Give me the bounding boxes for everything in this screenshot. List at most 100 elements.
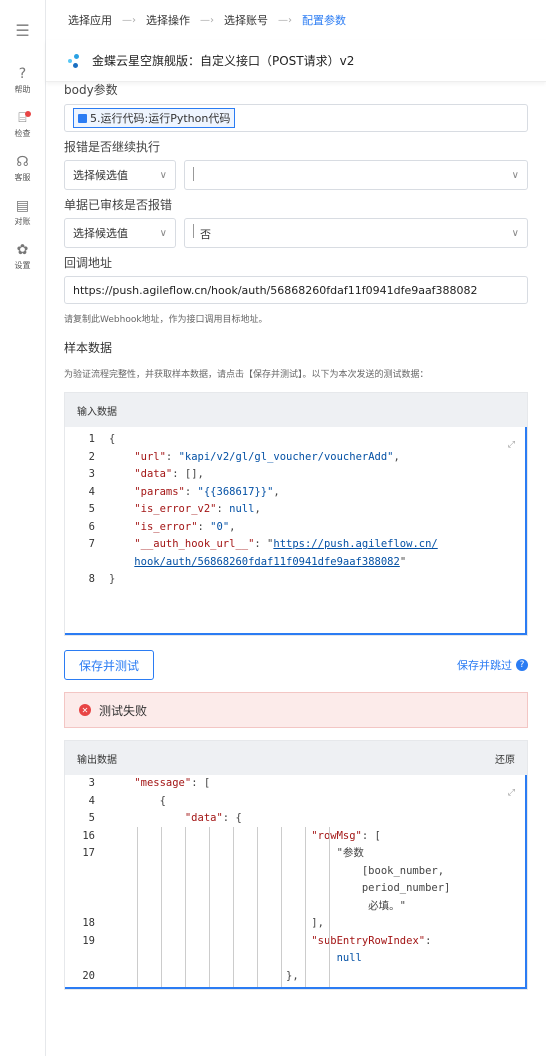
reconcile-icon: ▤ [15,197,30,214]
select-placeholder: 选择候选值 [73,227,128,240]
sample-data-title: 样本数据 [64,341,113,355]
kingdee-logo-icon [68,53,82,68]
callback-url-label: 回调地址 [64,256,113,270]
line-number: 2 [88,450,95,463]
code-line: null [65,950,525,968]
indent-guide [281,827,282,987]
line-number: 3 [88,468,95,480]
callback-hint: 请复制此Webhook地址，作为接口调用目标地址。 [64,315,268,325]
select-placeholder: 选择候选值 [73,169,128,182]
step-icon [78,113,87,123]
code-line: 6 "is_error": "0", [65,519,525,537]
indent-guide [257,827,258,987]
code-line: 必填。" [65,898,525,916]
indent-guide [305,827,306,987]
code-text: "message": [ [134,777,211,789]
sidebar: ☰ ? 帮助 ⌸ 检查 ☊ 客服 ▤ 对账 ✿ 设置 [0,0,46,1056]
output-code-editor[interactable]: ⤢ 3 "message": [4 {5 "data": {16 "rowMsg… [65,775,527,989]
save-and-test-button[interactable]: 保存并测试 [64,650,155,680]
code-line: 19 "subEntryRowIndex": [65,933,525,951]
code-text: { [109,433,116,445]
code-line: 3 "message": [ [65,775,525,793]
divider [193,224,194,238]
code-line: 4 "params": "{{368617}}", [65,484,525,502]
chevron-down-icon: ∨ [511,227,519,239]
line-number: 16 [82,829,95,842]
input-code-editor[interactable]: ⤢ 1{2 "url": "kapi/v2/gl/gl_voucher/vouc… [65,427,527,635]
cursor-icon [193,166,194,181]
step-configure-params[interactable]: 配置参数 [302,12,346,28]
sidebar-item-label: 帮助 [14,84,31,94]
continue-on-error-mode-select[interactable]: 选择候选值 ∨ [64,160,176,190]
code-line: 17 "参数 [65,845,525,863]
help-icon[interactable]: ? [516,659,528,671]
code-line: 18 ], [65,915,525,933]
audited-error-mode-select[interactable]: 选择候选值 ∨ [64,218,176,248]
line-number [65,880,109,898]
code-text: ], [109,917,324,929]
collapse-menu-icon[interactable]: ☰ [0,0,45,60]
chevron-down-icon: ∨ [159,227,167,239]
step-select-app[interactable]: 选择应用 [68,12,112,28]
indent-guide [185,827,186,987]
save-and-skip-label: 保存并跳过 [457,659,512,672]
line-number: 4 [88,485,95,498]
output-data-title: 输出数据 [77,754,117,766]
variable-chip[interactable]: 5.运行代码:运行Python代码 [73,108,236,128]
sidebar-item-inspect[interactable]: ⌸ 检查 [0,104,45,144]
line-number [65,950,109,968]
code-line: [book_number, [65,863,525,881]
input-data-panel: 输入数据 ⤢ 1{2 "url": "kapi/v2/gl/gl_voucher… [64,392,528,636]
step-select-action[interactable]: 选择操作 [146,12,190,28]
code-text: "params": "{{368617}}", [134,485,280,498]
sidebar-item-label: 对账 [14,216,31,226]
callback-url-value: https://push.agileflow.cn/hook/auth/5686… [73,283,478,297]
arrow-right-icon: —› [278,14,292,26]
page-title: 金蝶云星空旗舰版：自定义接口（POST请求）v2 [46,40,546,82]
callback-url-field[interactable]: https://push.agileflow.cn/hook/auth/5686… [64,276,528,304]
sidebar-item-reconcile[interactable]: ▤ 对账 [0,192,45,232]
audited-error-value-select[interactable]: 否 ∨ [184,218,528,248]
select-value: 否 [200,228,211,241]
code-line: 3 "data": [], [65,466,525,484]
code-line: 7 "__auth_hook_url__": "https://push.agi… [65,536,525,554]
expand-icon[interactable]: ⤢ [508,437,515,455]
step-select-account[interactable]: 选择账号 [224,12,268,28]
code-line: 16 "rowMsg": [ [65,828,525,846]
line-number: 17 [82,847,95,859]
sidebar-item-gear[interactable]: ✿ 设置 [0,236,45,276]
chevron-down-icon: ∨ [511,169,519,181]
line-number: 6 [88,520,95,533]
indent-guide [329,827,330,987]
sidebar-item-label: 设置 [14,260,31,270]
line-number: 4 [88,794,95,807]
expand-icon[interactable]: ⤢ [508,785,515,803]
body-param-field[interactable]: 5.运行代码:运行Python代码 [64,104,528,132]
code-text: "url": "kapi/v2/gl/gl_voucher/voucherAdd… [134,450,400,463]
code-text: [book_number, [109,864,445,877]
code-line: hook/auth/56868260fdaf11f0941dfe9aaf3880… [65,554,525,572]
chevron-down-icon: ∨ [159,169,167,181]
line-number [65,554,109,572]
code-line: 2 "url": "kapi/v2/gl/gl_voucher/voucherA… [65,449,525,467]
line-number: 5 [88,812,95,824]
code-text: "data": { [184,812,242,824]
gear-icon: ✿ [16,241,29,258]
sidebar-item-support[interactable]: ☊ 客服 [0,148,45,188]
sample-data-desc: 为验证流程完整性，并获取样本数据，请点击【保存并测试】。以下为本次发送的测试数据… [64,370,429,380]
code-line: period_number] [65,880,525,898]
code-line: 5 "data": { [65,810,525,828]
restore-button[interactable]: 还原 [495,751,515,766]
code-line: 20 }, [65,968,525,986]
save-and-skip-link[interactable]: 保存并跳过 ? [457,657,528,673]
sidebar-item-help[interactable]: ? 帮助 [0,60,45,100]
main-panel: 选择应用 —› 选择操作 —› 选择账号 —› 配置参数 金蝶云星空旗舰版：自定… [46,0,546,1056]
code-text: "参数 [109,847,364,859]
error-icon: ✕ [79,704,91,716]
help-icon: ? [18,65,27,82]
notification-dot [25,111,31,117]
line-number: 18 [82,917,95,929]
line-number [65,898,109,916]
test-failed-alert: ✕ 测试失败 [64,692,528,728]
continue-on-error-value-select[interactable]: ∨ [184,160,528,190]
